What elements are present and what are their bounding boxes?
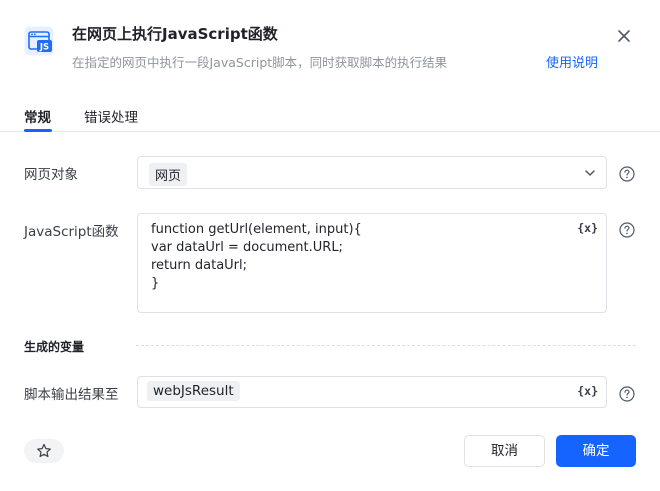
dialog: JS 在网页上执行JavaScript函数 在指定的网页中执行一段JavaScr… bbox=[0, 0, 660, 491]
dialog-subtitle: 在指定的网页中执行一段JavaScript脚本，同时获取脚本的执行结果 bbox=[72, 55, 448, 70]
tab-general[interactable]: 常规 bbox=[24, 106, 51, 126]
code-line: } bbox=[151, 276, 160, 291]
page-object-help-icon[interactable] bbox=[619, 166, 635, 182]
confirm-button[interactable]: 确定 bbox=[556, 435, 636, 467]
tab-error-handling[interactable]: 错误处理 bbox=[84, 106, 138, 126]
star-icon bbox=[37, 443, 51, 458]
generated-variables-title: 生成的变量 bbox=[24, 340, 85, 354]
dialog-title: 在网页上执行JavaScript函数 bbox=[72, 25, 278, 43]
active-tab-indicator bbox=[24, 129, 52, 132]
js-function-help-icon[interactable] bbox=[619, 222, 635, 238]
favorite-button[interactable] bbox=[24, 439, 64, 463]
usage-help-link[interactable]: 使用说明 bbox=[546, 52, 598, 71]
page-object-select[interactable]: 网页 bbox=[137, 156, 607, 189]
output-variable-field[interactable]: webJsResult {x} bbox=[137, 376, 607, 408]
tab-bar: 常规 错误处理 bbox=[0, 100, 660, 132]
js-code-editor[interactable]: function getUrl(element, input){ var dat… bbox=[137, 213, 607, 313]
page-object-label: 网页对象 bbox=[24, 167, 78, 183]
insert-variable-button[interactable]: {x} bbox=[577, 221, 598, 235]
code-line: function getUrl(element, input){ bbox=[151, 222, 362, 237]
code-line: var dataUrl = document.URL; bbox=[151, 240, 343, 255]
svg-text:JS: JS bbox=[39, 43, 49, 53]
output-help-icon[interactable] bbox=[619, 386, 635, 402]
chevron-down-icon bbox=[585, 170, 595, 176]
close-icon[interactable] bbox=[614, 26, 634, 46]
js-function-label: JavaScript函数 bbox=[24, 224, 119, 240]
cancel-button[interactable]: 取消 bbox=[464, 435, 545, 467]
output-variable-tag: webJsResult bbox=[147, 381, 240, 401]
javascript-browser-icon: JS bbox=[24, 26, 54, 56]
insert-variable-button[interactable]: {x} bbox=[577, 384, 598, 398]
page-object-tag: 网页 bbox=[149, 163, 188, 186]
section-divider bbox=[136, 345, 636, 346]
code-line: return dataUrl; bbox=[151, 258, 248, 273]
output-label: 脚本输出结果至 bbox=[24, 387, 119, 403]
